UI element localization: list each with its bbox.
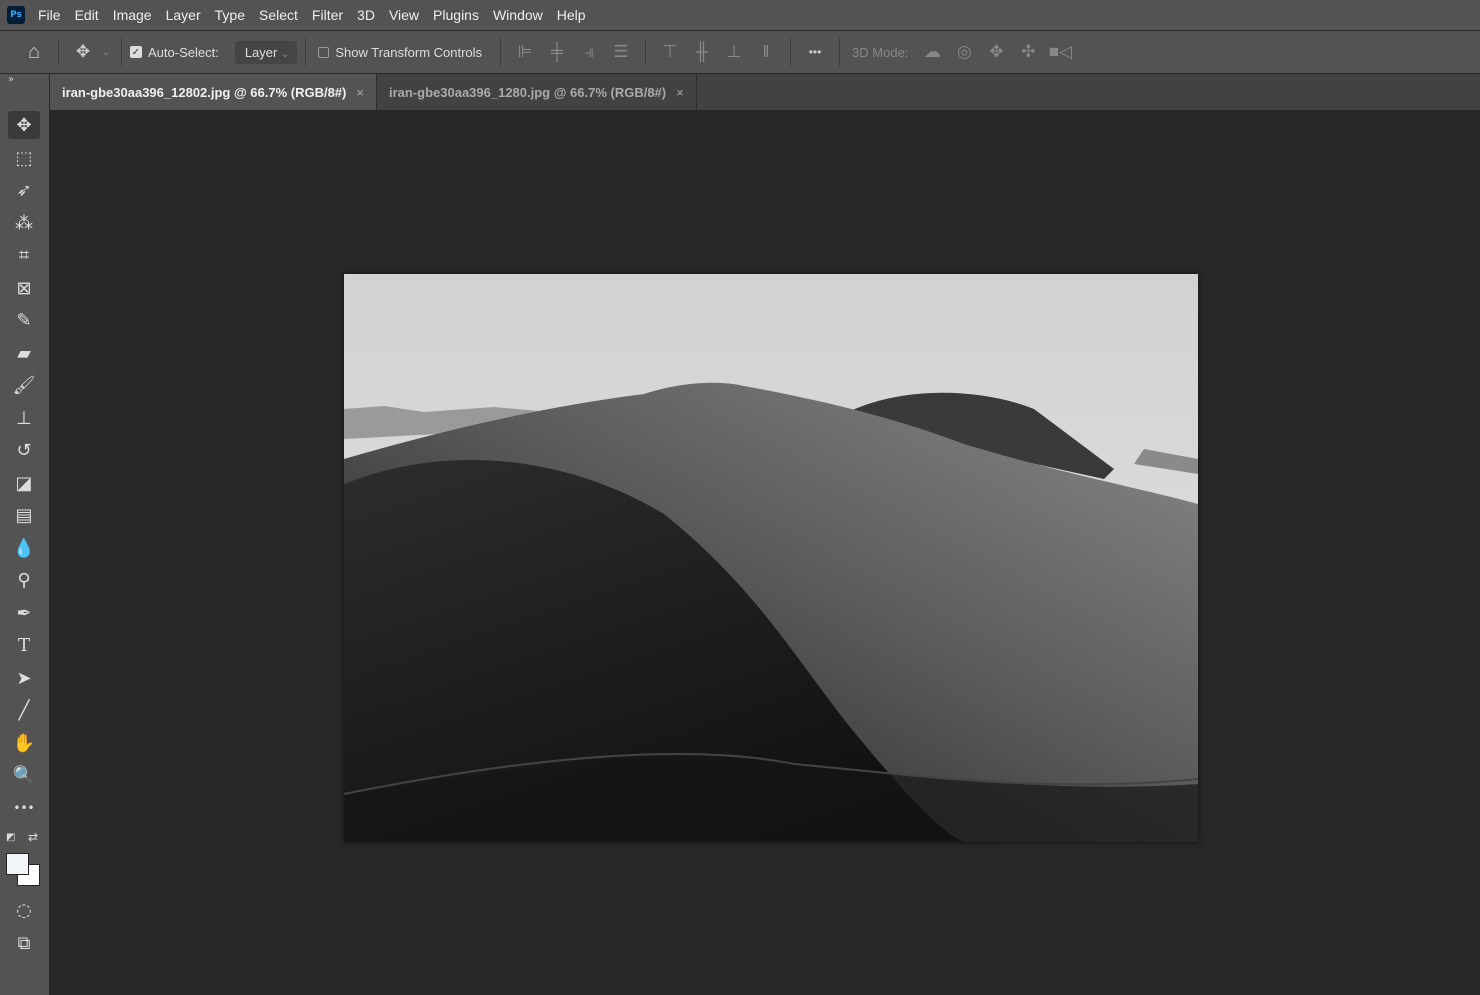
path-selection-tool[interactable]: ➤ [8, 664, 40, 692]
menu-bar: Ps File Edit Image Layer Type Select Fil… [0, 0, 1480, 30]
move-tool-icon[interactable]: ✥ [67, 38, 99, 66]
chevron-down-icon[interactable]: ⌄ [99, 38, 113, 66]
3d-camera-icon[interactable]: ■◁ [1044, 38, 1076, 66]
menu-select[interactable]: Select [259, 7, 298, 23]
eyedropper-tool[interactable]: ✎ [8, 306, 40, 334]
menu-filter[interactable]: Filter [312, 7, 343, 23]
zoom-tool[interactable]: 🔍 [8, 761, 40, 789]
tab-document-1[interactable]: iran-gbe30aa396_12802.jpg @ 66.7% (RGB/8… [50, 74, 377, 110]
lasso-tool[interactable]: ➶ [8, 176, 40, 204]
tab-label: iran-gbe30aa396_1280.jpg @ 66.7% (RGB/8#… [388, 84, 667, 100]
collapse-icon[interactable]: » [8, 74, 14, 85]
default-colors-icon[interactable]: ◩ [6, 832, 15, 843]
hand-tool[interactable]: ✋ [8, 729, 40, 757]
menu-image[interactable]: Image [113, 7, 152, 23]
menu-window[interactable]: Window [493, 7, 543, 23]
menu-help[interactable]: Help [557, 7, 586, 23]
type-tool[interactable]: T [8, 631, 40, 659]
menu-type[interactable]: Type [215, 7, 245, 23]
auto-select-dropdown[interactable]: Layer ⌄ [234, 40, 298, 64]
align-top-icon[interactable]: ⊤ [654, 38, 686, 66]
gradient-tool[interactable]: ▤ [8, 501, 40, 529]
magic-wand-tool[interactable]: ⁂ [8, 209, 40, 237]
auto-select-checkbox[interactable]: ✓ [130, 46, 142, 58]
eraser-tool[interactable]: ◪ [8, 469, 40, 497]
dodge-tool[interactable]: ⚲ [8, 566, 40, 594]
tab-document-2[interactable]: iran-gbe30aa396_1280.jpg @ 66.7% (RGB/8#… [377, 74, 697, 110]
home-icon[interactable]: ⌂ [18, 38, 50, 66]
tools-panel: » ✥ ⬚ ➶ ⁂ ⌗ ⊠ ✎ ▰ 🖌 ⊥ ↺ ◪ ▤ 💧 ⚲ ✒ T ➤ ╱ … [0, 74, 49, 995]
menu-file[interactable]: File [38, 7, 61, 23]
quick-mask-icon[interactable]: ◌ [8, 896, 40, 924]
healing-tool[interactable]: ▰ [8, 339, 40, 367]
show-transform-label: Show Transform Controls [335, 44, 483, 60]
foreground-color-swatch[interactable] [6, 853, 29, 875]
menu-3d[interactable]: 3D [357, 7, 375, 23]
history-brush-tool[interactable]: ↺ [8, 436, 40, 464]
menu-edit[interactable]: Edit [75, 7, 99, 23]
pen-tool[interactable]: ✒ [8, 599, 40, 627]
show-transform-checkbox[interactable] [318, 46, 330, 58]
align-left-icon[interactable]: ⊫ [509, 38, 541, 66]
menu-view[interactable]: View [389, 7, 419, 23]
auto-select-label: Auto-Select: [148, 44, 219, 60]
document-tabs: iran-gbe30aa396_12802.jpg @ 66.7% (RGB/8… [50, 74, 1480, 110]
distribute-icon[interactable]: ☰ [605, 38, 637, 66]
blur-tool[interactable]: 💧 [8, 534, 40, 562]
align-center-icon[interactable]: ╪ [541, 38, 573, 66]
stamp-tool[interactable]: ⊥ [8, 404, 40, 432]
more-tools[interactable]: ••• [8, 794, 40, 822]
line-tool[interactable]: ╱ [8, 696, 40, 724]
3d-orbit-icon[interactable]: ☁ [916, 38, 948, 66]
menu-layer[interactable]: Layer [166, 7, 201, 23]
align-right-icon[interactable]: ⫣ [573, 38, 605, 66]
align-middle-icon[interactable]: ╫ [686, 38, 718, 66]
options-bar: ⌂ ✥ ⌄ ✓ Auto-Select: Layer ⌄ Show Transf… [0, 31, 1480, 73]
auto-select-value: Layer [244, 44, 278, 60]
close-icon[interactable]: × [356, 85, 364, 100]
screen-mode-icon[interactable]: ⧉ [8, 929, 40, 957]
move-tool[interactable]: ✥ [8, 111, 40, 139]
distribute-vertical-icon[interactable]: ‖ [750, 38, 782, 66]
document-canvas-image[interactable] [344, 274, 1198, 842]
photoshop-logo: Ps [7, 6, 25, 24]
brush-tool[interactable]: 🖌 [8, 371, 40, 399]
swap-colors-icon[interactable]: ⇄ [28, 830, 38, 844]
menu-plugins[interactable]: Plugins [433, 7, 479, 23]
frame-tool[interactable]: ⊠ [8, 274, 40, 302]
more-options-button[interactable]: ••• [799, 38, 831, 66]
marquee-tool[interactable]: ⬚ [8, 144, 40, 172]
3d-slide-icon[interactable]: ✣ [1012, 38, 1044, 66]
3d-roll-icon[interactable]: ◎ [948, 38, 980, 66]
3d-pan-icon[interactable]: ✥ [980, 38, 1012, 66]
3d-mode-label: 3D Mode: [852, 44, 909, 60]
close-icon[interactable]: × [676, 85, 684, 100]
crop-tool[interactable]: ⌗ [8, 241, 40, 269]
tab-label: iran-gbe30aa396_12802.jpg @ 66.7% (RGB/8… [62, 84, 347, 100]
align-bottom-icon[interactable]: ⊥ [718, 38, 750, 66]
